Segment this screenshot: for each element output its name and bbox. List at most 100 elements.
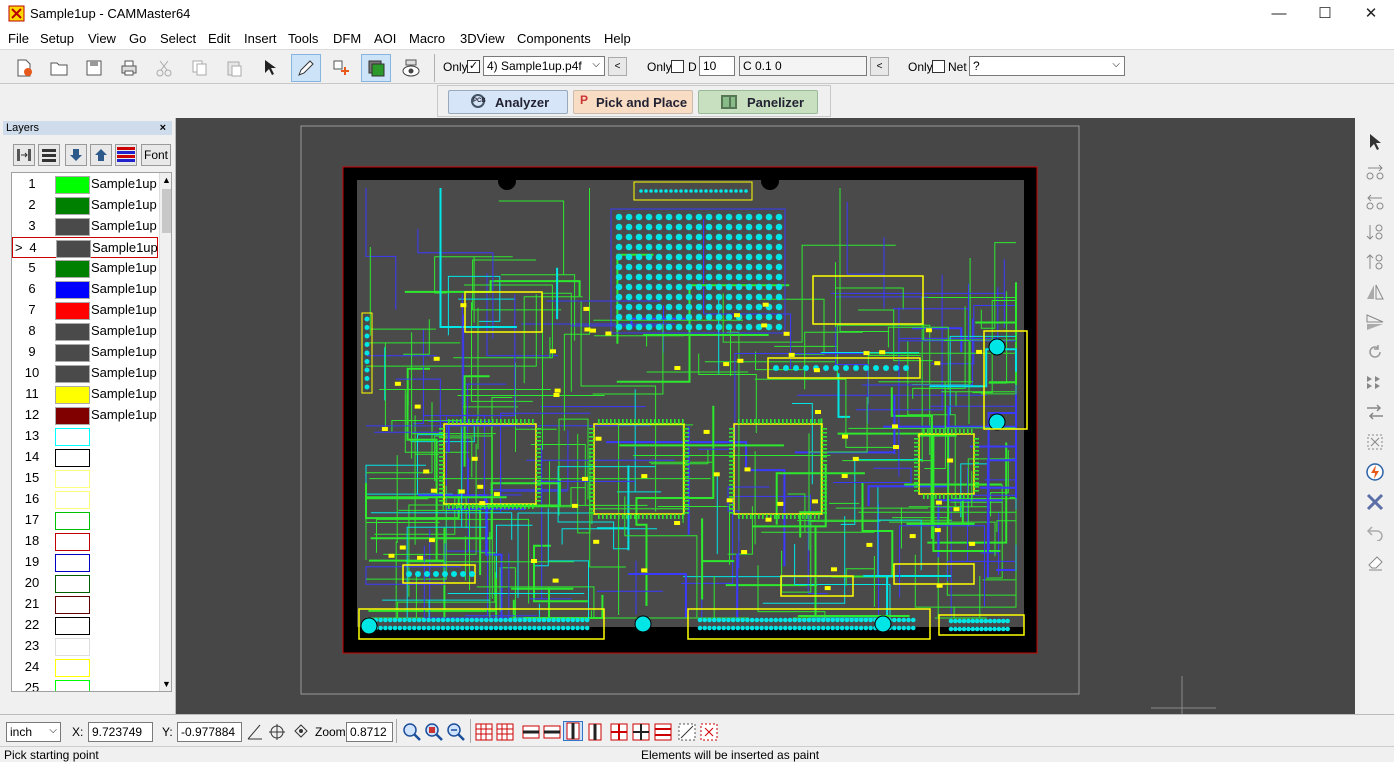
- close-button[interactable]: ✕: [1348, 0, 1394, 28]
- layer-move-icon[interactable]: [13, 144, 35, 166]
- rotate-icon[interactable]: [1363, 340, 1387, 364]
- only-layer-checkbox[interactable]: ✓: [467, 60, 480, 73]
- layer-color-swatch[interactable]: [55, 554, 90, 572]
- layer-row[interactable]: 11 Sample1up: [12, 384, 158, 405]
- flash-icon[interactable]: [1363, 460, 1387, 484]
- menu-edit[interactable]: Edit: [208, 31, 230, 46]
- y-coordinate[interactable]: -0.977884: [177, 722, 242, 742]
- layer-row[interactable]: 12 Sample1up: [12, 405, 158, 426]
- grid-red-icon[interactable]: [610, 723, 628, 744]
- measure-icon[interactable]: [678, 723, 696, 744]
- only-d-checkbox[interactable]: [671, 60, 684, 73]
- layer-row[interactable]: 24: [12, 657, 158, 678]
- layer-row[interactable]: 23: [12, 636, 158, 657]
- layer-color-swatch[interactable]: [55, 659, 90, 677]
- open-folder-icon[interactable]: [44, 54, 74, 82]
- align-left-icon[interactable]: [522, 723, 540, 744]
- delete-x-icon[interactable]: [1363, 490, 1387, 514]
- layer-order-icon[interactable]: [38, 144, 60, 166]
- swap-icon[interactable]: [1363, 400, 1387, 424]
- pointer-tool-icon[interactable]: [1363, 130, 1387, 154]
- zoom-input[interactable]: 0.8712: [346, 722, 393, 742]
- layer-color-swatch[interactable]: [56, 240, 91, 258]
- zoom-fit-icon[interactable]: [446, 722, 466, 745]
- prev-layer-button[interactable]: <: [608, 57, 627, 76]
- layer-row[interactable]: 8 Sample1up: [12, 321, 158, 342]
- net-select[interactable]: ? ⌵: [969, 56, 1125, 76]
- menu-select[interactable]: Select: [160, 31, 196, 46]
- select-area-icon[interactable]: [700, 723, 718, 744]
- menu-file[interactable]: File: [8, 31, 29, 46]
- layer-color-swatch[interactable]: [55, 176, 90, 194]
- layer-row[interactable]: 5 Sample1up: [12, 258, 158, 279]
- move-down-icon[interactable]: [65, 144, 87, 166]
- undo-icon[interactable]: [1363, 520, 1387, 544]
- layer-color-swatch[interactable]: [55, 533, 90, 551]
- align-vertical2-icon[interactable]: [586, 723, 604, 744]
- layer-row[interactable]: 9 Sample1up: [12, 342, 158, 363]
- minimize-button[interactable]: —: [1256, 0, 1302, 28]
- grid-mixed-icon[interactable]: [654, 723, 672, 744]
- layer-color-swatch[interactable]: [55, 680, 90, 691]
- layer-color-swatch[interactable]: [55, 197, 90, 215]
- select-pointer-icon[interactable]: [256, 54, 286, 82]
- layer-color-swatch[interactable]: [55, 344, 90, 362]
- layer-color-swatch[interactable]: [55, 428, 90, 446]
- layer-color-swatch[interactable]: [55, 218, 90, 236]
- align-vertical-icon[interactable]: [1363, 220, 1387, 244]
- maximize-button[interactable]: ☐: [1302, 0, 1348, 28]
- layer-row[interactable]: 21: [12, 594, 158, 615]
- flip-icon[interactable]: [1363, 310, 1387, 334]
- layer-color-swatch[interactable]: [55, 470, 90, 488]
- close-panel-icon[interactable]: ×: [160, 121, 166, 135]
- grid-dark-icon[interactable]: [632, 723, 650, 744]
- scroll-down-icon[interactable]: ▼: [162, 679, 171, 689]
- layer-color-swatch[interactable]: [55, 281, 90, 299]
- new-file-icon[interactable]: [9, 54, 39, 82]
- panelizer-button[interactable]: Panelizer: [698, 90, 818, 114]
- crosshair-icon[interactable]: [268, 723, 286, 741]
- align-vertical-down-icon[interactable]: [1363, 250, 1387, 274]
- step-repeat-icon[interactable]: [1363, 370, 1387, 394]
- angle-icon[interactable]: [246, 723, 264, 741]
- layer-row[interactable]: 17: [12, 510, 158, 531]
- layer-color-swatch[interactable]: [55, 449, 90, 467]
- layer-row[interactable]: 13: [12, 426, 158, 447]
- layer-color-swatch[interactable]: [55, 512, 90, 530]
- pcb-canvas[interactable]: [176, 118, 1355, 714]
- layer-color-swatch[interactable]: [55, 302, 90, 320]
- layer-row[interactable]: 22: [12, 615, 158, 636]
- menu-macro[interactable]: Macro: [409, 31, 445, 46]
- layer-row[interactable]: 20: [12, 573, 158, 594]
- eraser-icon[interactable]: [1363, 550, 1387, 574]
- prev-dcode-button[interactable]: <: [870, 57, 889, 76]
- align-distribute-icon[interactable]: [1363, 190, 1387, 214]
- cut-icon[interactable]: [149, 54, 179, 82]
- layer-row[interactable]: 14: [12, 447, 158, 468]
- align-center-icon[interactable]: [543, 723, 561, 744]
- d-code-input[interactable]: 10: [699, 56, 735, 76]
- scrollbar-thumb[interactable]: [162, 189, 171, 233]
- pick-and-place-button[interactable]: P Pick and Place: [573, 90, 693, 114]
- menu-view[interactable]: View: [88, 31, 116, 46]
- menu-tools[interactable]: Tools: [288, 31, 318, 46]
- layer-color-swatch[interactable]: [55, 260, 90, 278]
- layer-row[interactable]: 18: [12, 531, 158, 552]
- scroll-up-icon[interactable]: ▲: [162, 175, 171, 185]
- layer-color-swatch[interactable]: [55, 386, 90, 404]
- mirror-icon[interactable]: [1363, 280, 1387, 304]
- layer-row[interactable]: 25: [12, 678, 158, 691]
- layer-color-swatch[interactable]: [55, 365, 90, 383]
- menu-setup[interactable]: Setup: [40, 31, 74, 46]
- layer-row[interactable]: 1 Sample1up: [12, 174, 158, 195]
- layer-color-swatch[interactable]: [55, 596, 90, 614]
- menu-dfm[interactable]: DFM: [333, 31, 361, 46]
- visibility-eye-icon[interactable]: [396, 54, 426, 82]
- font-button[interactable]: Font: [141, 144, 171, 166]
- layer-row[interactable]: 2 Sample1up: [12, 195, 158, 216]
- layer-color-swatch[interactable]: [55, 407, 90, 425]
- grid-select-icon[interactable]: [475, 723, 493, 744]
- layer-list-scrollbar[interactable]: ▲ ▼: [159, 173, 171, 691]
- layer-row[interactable]: 10 Sample1up: [12, 363, 158, 384]
- layer-color-swatch[interactable]: [55, 575, 90, 593]
